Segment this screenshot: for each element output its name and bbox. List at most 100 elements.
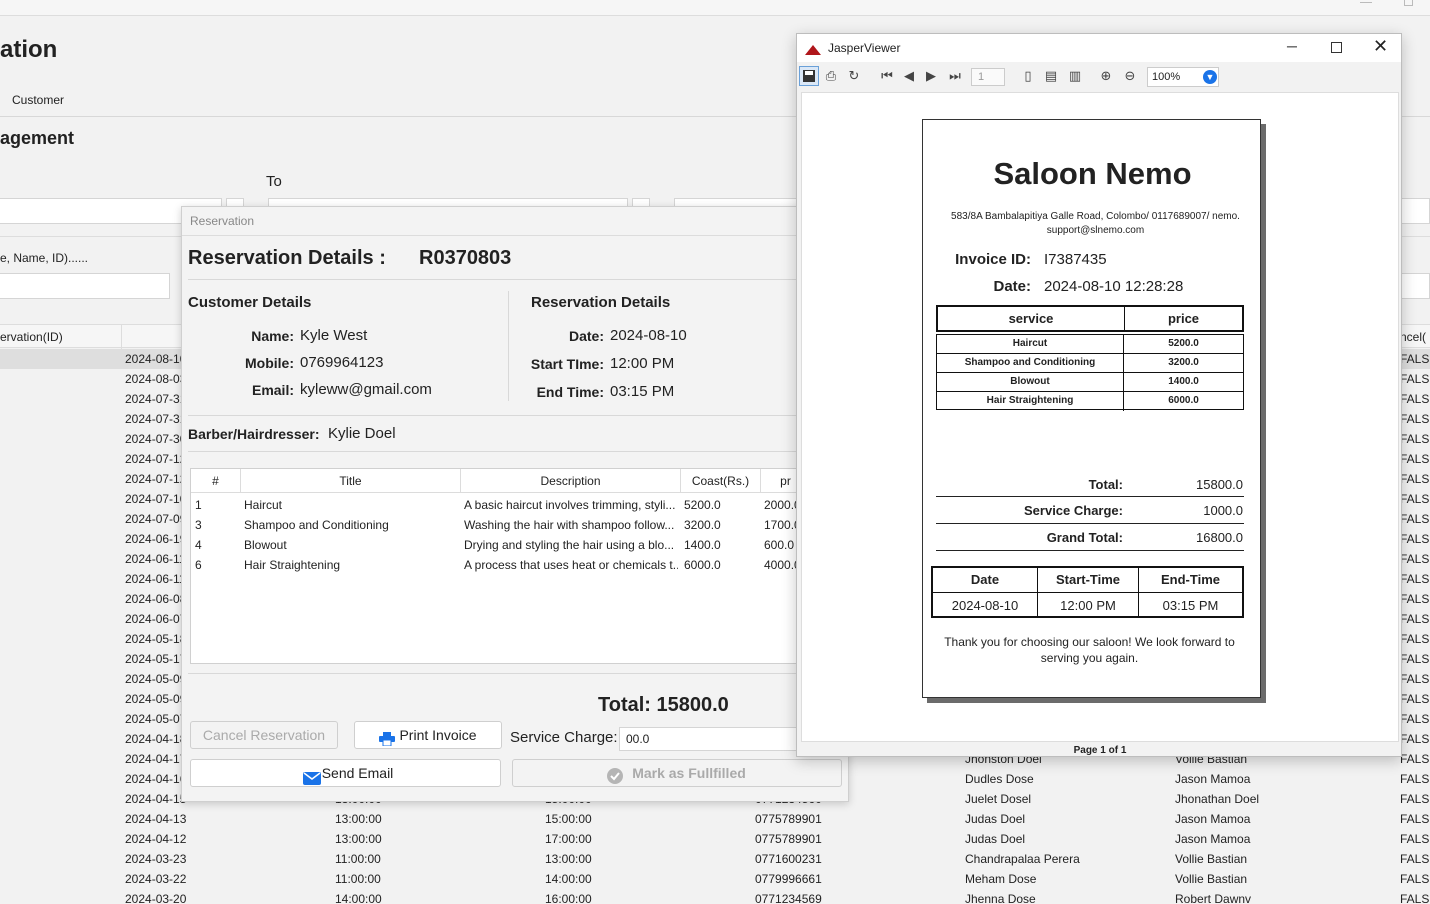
cell-customer: Chandrapalaa Perera xyxy=(965,852,1080,866)
cell-barber: Jhonathan Doel xyxy=(1175,792,1260,806)
service-row[interactable]: 4 Blowout Drying and styling the hair usi… xyxy=(191,535,809,555)
section-title: agement xyxy=(0,128,75,148)
table-row[interactable]: 2024-03-22 11:00:00 14:00:00 0779996661 Meha… xyxy=(0,869,1430,889)
previous-page-icon[interactable]: ◀ xyxy=(901,68,917,84)
column-header-reservation-id[interactable]: ervation(ID) xyxy=(0,325,63,349)
zoom-select[interactable]: 100% ▼ xyxy=(1147,67,1219,87)
zoom-in-icon[interactable]: ⊕ xyxy=(1098,68,1114,84)
cell-date: 2024-07-12 xyxy=(125,452,187,466)
barber-name: Kylie Doel xyxy=(328,425,396,442)
mark-fulfilled-button[interactable]: Mark as Fullfilled xyxy=(512,759,842,787)
filter-field-right[interactable] xyxy=(1400,198,1430,224)
cell-barber: Jason Mamoa xyxy=(1175,772,1251,786)
cell-date: 2024-06-11 xyxy=(125,552,186,566)
cell-cancel: FALSE xyxy=(1400,512,1430,526)
print-invoice-label: Print Invoice xyxy=(399,727,477,743)
cell-date: 2024-03-20 xyxy=(125,892,187,904)
first-page-icon[interactable]: ⏮ xyxy=(879,68,895,84)
table-row[interactable]: 2024-03-20 14:00:00 16:00:00 0771234569 Jhen… xyxy=(0,889,1430,904)
cell-desc: Washing the hair with shampoo follow... xyxy=(464,518,675,532)
cell-date: 2024-05-17 xyxy=(125,652,187,666)
cell-cancel: FALSE xyxy=(1400,752,1430,766)
cell-start: 14:00:00 xyxy=(335,892,382,904)
thank-you-note: Thank you for choosing our saloon! We lo… xyxy=(944,635,1235,665)
items-table: Haircut 5200.0 Shampoo and Conditioning 320… xyxy=(936,334,1244,411)
cell-date: 2024-04-12 xyxy=(125,832,187,846)
next-page-icon[interactable]: ▶ xyxy=(923,68,939,84)
minimize-icon[interactable]: ─ xyxy=(1287,39,1299,53)
service-charge-label: Service Charge: xyxy=(510,729,618,746)
column-header-id[interactable]: # xyxy=(191,469,241,493)
printer-icon xyxy=(379,728,395,747)
cell-date: 2024-08-10 xyxy=(125,352,187,366)
title-bar: JasperViewer ─ ✕ xyxy=(797,34,1401,62)
service-row[interactable]: 6 Hair Straightening A process that uses h… xyxy=(191,555,809,575)
cell-barber: Robert Dawnv xyxy=(1175,892,1252,904)
cancel-reservation-button[interactable]: Cancel Reservation xyxy=(190,721,338,749)
cell-end: 17:00:00 xyxy=(545,832,592,846)
maximize-icon[interactable] xyxy=(1331,42,1342,53)
invoice-id-label: Invoice ID: xyxy=(955,251,1031,268)
fit-page-icon[interactable]: ▤ xyxy=(1043,68,1059,84)
divider xyxy=(188,673,848,674)
print-icon[interactable]: ⎙ xyxy=(823,68,839,84)
service-row[interactable]: 3 Shampoo and Conditioning Washing the hai… xyxy=(191,515,809,535)
search-input[interactable] xyxy=(0,273,170,299)
column-header-title[interactable]: Title xyxy=(241,469,461,493)
reservation-end-time: 03:15 PM xyxy=(610,383,675,400)
end-time-column-header: End-Time xyxy=(1161,572,1220,587)
cell-cancel: FALSE xyxy=(1400,892,1430,904)
column-header-cancel[interactable]: ncel( xyxy=(1400,325,1426,349)
cell-date: 2024-06-11 xyxy=(125,572,186,586)
cell-date: 2024-03-23 xyxy=(125,852,187,866)
cell-start: 13:00:00 xyxy=(335,812,382,826)
last-page-icon[interactable]: ⏭ xyxy=(947,68,963,84)
window-title: JasperViewer xyxy=(828,41,901,55)
menu-customer[interactable]: Customer xyxy=(12,93,64,107)
cell-end: 13:00:00 xyxy=(545,852,592,866)
cell-customer: Judas Doel xyxy=(965,832,1026,846)
reload-icon[interactable]: ↻ xyxy=(846,68,862,84)
table-row[interactable]: 2024-04-12 13:00:00 17:00:00 0775789901 Juda… xyxy=(0,829,1430,849)
cell-cancel: FALSE xyxy=(1400,692,1430,706)
cell-cancel: FALSE xyxy=(1400,532,1430,546)
cell-cost: 6000.0 xyxy=(684,558,721,572)
cell-barber: Jason Mamoa xyxy=(1175,832,1251,846)
jasper-viewer-window: JasperViewer ─ ✕ ⎙ ↻ ⏮ ◀ ▶ ⏭ 1 ▯ ▤ ▥ ⊕ ⊖… xyxy=(796,33,1402,757)
search-input-right[interactable] xyxy=(1400,273,1430,299)
cell-cancel: FALSE xyxy=(1400,832,1430,846)
zoom-out-icon[interactable]: ⊖ xyxy=(1122,68,1138,84)
maximize-icon[interactable] xyxy=(1404,0,1413,6)
cell-cancel: FALSE xyxy=(1400,452,1430,466)
customer-mobile: 0769964123 xyxy=(300,354,384,371)
cell-date: 2024-06-07 xyxy=(125,612,187,626)
reservation-details-heading: Reservation Details xyxy=(531,294,671,311)
column-header-description[interactable]: Description xyxy=(461,469,681,493)
reservation-id: R0370803 xyxy=(419,247,512,269)
customer-details-heading: Customer Details xyxy=(188,294,312,311)
page-number-input[interactable]: 1 xyxy=(971,68,1005,86)
cell-end: 16:00:00 xyxy=(545,892,592,904)
service-row[interactable]: 1 Haircut A basic haircut involves trimmin… xyxy=(191,495,809,515)
fit-width-icon[interactable]: ▥ xyxy=(1067,68,1083,84)
total-amount: Total: 15800.0 xyxy=(598,694,729,716)
column-header-cost[interactable]: Coast(Rs.) xyxy=(681,469,761,493)
price-column-header: price xyxy=(1167,311,1200,326)
cell-title: Shampoo and Conditioning xyxy=(244,518,389,532)
cell-end: 15:00:00 xyxy=(545,812,592,826)
invoice-item-price: 5200.0 xyxy=(1124,335,1243,354)
close-icon[interactable]: ✕ xyxy=(1373,36,1388,57)
table-row[interactable]: 2024-04-13 13:00:00 15:00:00 0775789901 Juda… xyxy=(0,809,1430,829)
table-row[interactable]: 2024-03-23 11:00:00 13:00:00 0771600231 Chan… xyxy=(0,849,1430,869)
slot-end-time: 03:15 PM xyxy=(1162,598,1219,613)
print-invoice-button[interactable]: Print Invoice xyxy=(354,721,502,749)
save-icon[interactable] xyxy=(799,66,819,86)
actual-size-icon[interactable]: ▯ xyxy=(1020,68,1036,84)
services-table[interactable]: # Title Description Coast(Rs.) pr 1 Hairc… xyxy=(190,468,810,664)
mark-fulfilled-label: Mark as Fullfilled xyxy=(632,765,746,781)
cell-barber: Vollie Bastian xyxy=(1175,852,1248,866)
send-email-button[interactable]: Send Email xyxy=(190,759,501,787)
minimize-icon[interactable] xyxy=(1360,0,1372,3)
cell-date: 2024-04-15 xyxy=(125,792,187,806)
cell-customer: Meham Dose xyxy=(965,872,1037,886)
